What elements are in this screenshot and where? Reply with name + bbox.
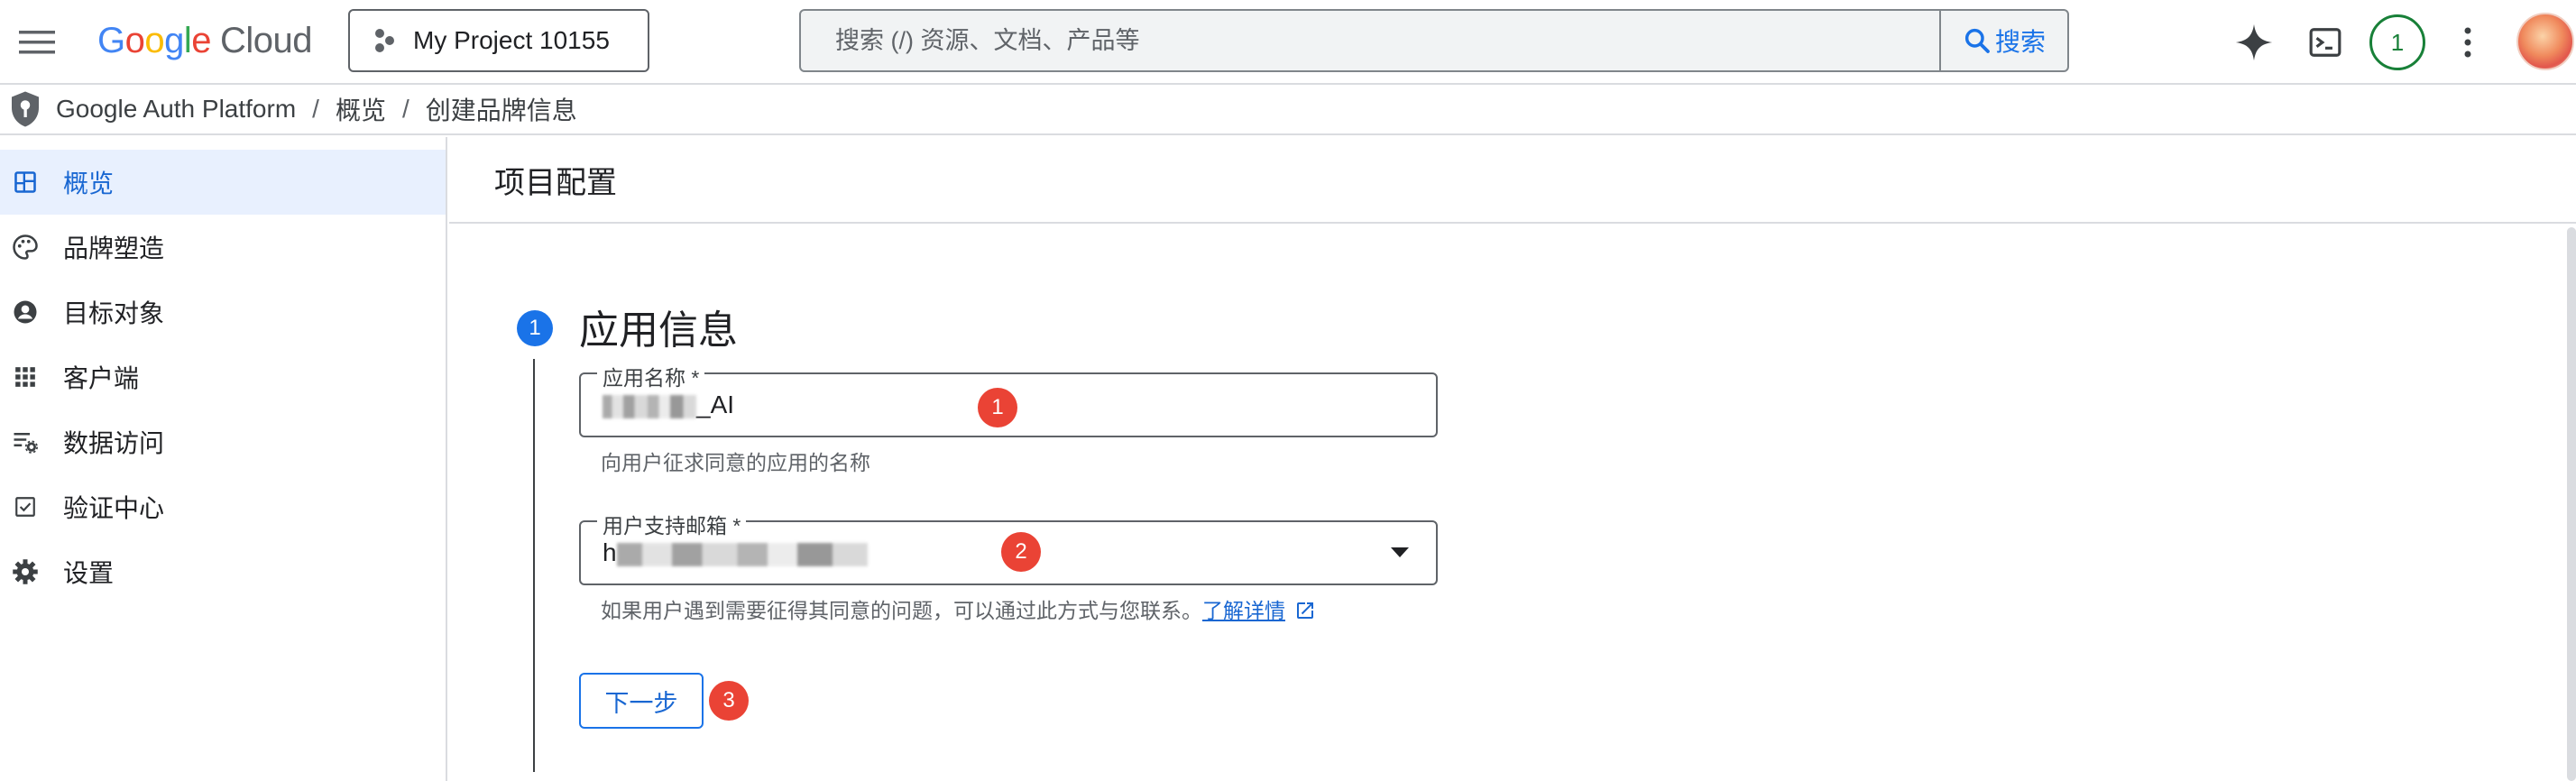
gemini-sparkle-icon[interactable] xyxy=(2232,21,2276,64)
sidebar-item-branding[interactable]: 品牌塑造 xyxy=(0,215,446,280)
search-button[interactable]: 搜索 xyxy=(1939,11,2067,70)
sidebar-item-label: 目标对象 xyxy=(63,299,165,327)
next-step-button[interactable]: 下一步 xyxy=(579,673,704,729)
sidebar-item-overview[interactable]: 概览 xyxy=(0,150,446,215)
sidebar-item-label: 验证中心 xyxy=(63,494,165,522)
more-vert-icon[interactable] xyxy=(2446,21,2489,64)
logo-letter: e xyxy=(191,20,212,60)
top-app-bar: Google Cloud My Project 10155 搜索 1 xyxy=(0,0,2576,85)
support-email-helper: 如果用户遇到需要征得其同意的问题，可以通过此方式与您联系。 xyxy=(601,599,1202,622)
page-header: 项目配置 xyxy=(449,137,2576,224)
sidebar-item-verification-center[interactable]: 验证中心 xyxy=(0,474,446,539)
sidebar-nav: 概览 品牌塑造 目标对象 客户端 数据访问 验证中心 设置 xyxy=(0,137,447,781)
breadcrumb-item-auth-platform[interactable]: Google Auth Platform xyxy=(56,95,296,124)
app-name-helper-text: 向用户征求同意的应用的名称 xyxy=(601,451,870,474)
apps-grid-icon xyxy=(11,363,40,391)
google-cloud-logo[interactable]: Google Cloud xyxy=(97,18,313,63)
breadcrumb-separator: / xyxy=(312,95,319,123)
breadcrumb-item-create-brand: 创建品牌信息 xyxy=(425,96,577,124)
cloud-shell-terminal-icon[interactable] xyxy=(2304,21,2347,64)
stepper-line xyxy=(533,359,535,772)
shield-key-icon xyxy=(7,88,43,130)
logo-google-text: Google xyxy=(97,20,212,61)
learn-more-link[interactable]: 了解详情 xyxy=(1202,599,1285,622)
sidebar-item-label: 数据访问 xyxy=(63,429,165,457)
sidebar-item-data-access[interactable]: 数据访问 xyxy=(0,409,446,474)
support-email-label: 用户支持邮箱 * xyxy=(597,509,747,539)
app-name-label: 应用名称 * xyxy=(597,361,705,391)
palette-icon xyxy=(11,233,40,262)
step-title: 应用信息 xyxy=(579,308,738,353)
app-name-value[interactable]: _AI xyxy=(603,390,734,419)
sidebar-item-audience[interactable]: 目标对象 xyxy=(0,280,446,345)
annotation-marker-2: 2 xyxy=(1001,532,1041,572)
project-name: My Project 10155 xyxy=(413,26,610,54)
breadcrumb: Google Auth Platform / 概览 / 创建品牌信息 xyxy=(0,85,2576,135)
logo-letter: o xyxy=(124,20,145,60)
user-avatar[interactable] xyxy=(2516,13,2574,70)
breadcrumb-separator: / xyxy=(401,95,409,123)
redacted-text xyxy=(603,394,696,418)
app-name-value-suffix: _AI xyxy=(696,390,735,418)
sidebar-item-clients[interactable]: 客户端 xyxy=(0,345,446,409)
logo-letter: o xyxy=(144,20,165,60)
hamburger-menu-icon[interactable] xyxy=(16,22,58,63)
dropdown-arrow-icon[interactable] xyxy=(1391,547,1409,557)
project-icon xyxy=(375,29,394,52)
account-circle-icon xyxy=(11,298,40,326)
sidebar-item-label: 品牌塑造 xyxy=(63,234,165,262)
breadcrumb-item-overview[interactable]: 概览 xyxy=(336,91,386,127)
search-icon xyxy=(1964,28,1990,53)
logo-letter: g xyxy=(164,20,184,60)
sidebar-item-label: 客户端 xyxy=(63,364,140,392)
search-button-label: 搜索 xyxy=(1994,28,2046,56)
search-input[interactable] xyxy=(801,11,1937,70)
logo-letter: G xyxy=(97,20,125,60)
checkbox-icon xyxy=(11,492,40,521)
open-in-new-icon[interactable] xyxy=(1294,600,1316,621)
sidebar-item-label: 概览 xyxy=(63,170,115,198)
dashboard-icon xyxy=(11,168,40,197)
notification-badge[interactable]: 1 xyxy=(2369,14,2425,70)
support-email-value-prefix: h xyxy=(603,538,617,566)
step-number-badge: 1 xyxy=(517,310,553,346)
sidebar-item-settings[interactable]: 设置 xyxy=(0,539,446,604)
support-email-helper-text: 如果用户遇到需要征得其同意的问题，可以通过此方式与您联系。了解详情 xyxy=(601,593,1316,624)
logo-letter: l xyxy=(183,20,192,60)
support-email-value: h xyxy=(603,538,868,567)
vertical-scrollbar[interactable] xyxy=(2567,227,2576,781)
data-settings-icon xyxy=(11,427,40,456)
annotation-marker-3: 3 xyxy=(709,681,749,721)
search-bar: 搜索 xyxy=(799,9,2069,72)
sidebar-item-label: 设置 xyxy=(63,559,115,587)
logo-cloud-text: Cloud xyxy=(220,20,313,60)
gear-icon xyxy=(11,557,40,586)
project-picker[interactable]: My Project 10155 xyxy=(348,9,649,72)
page-title: 项目配置 xyxy=(494,165,617,200)
annotation-marker-1: 1 xyxy=(978,388,1017,427)
redacted-text xyxy=(616,542,868,566)
